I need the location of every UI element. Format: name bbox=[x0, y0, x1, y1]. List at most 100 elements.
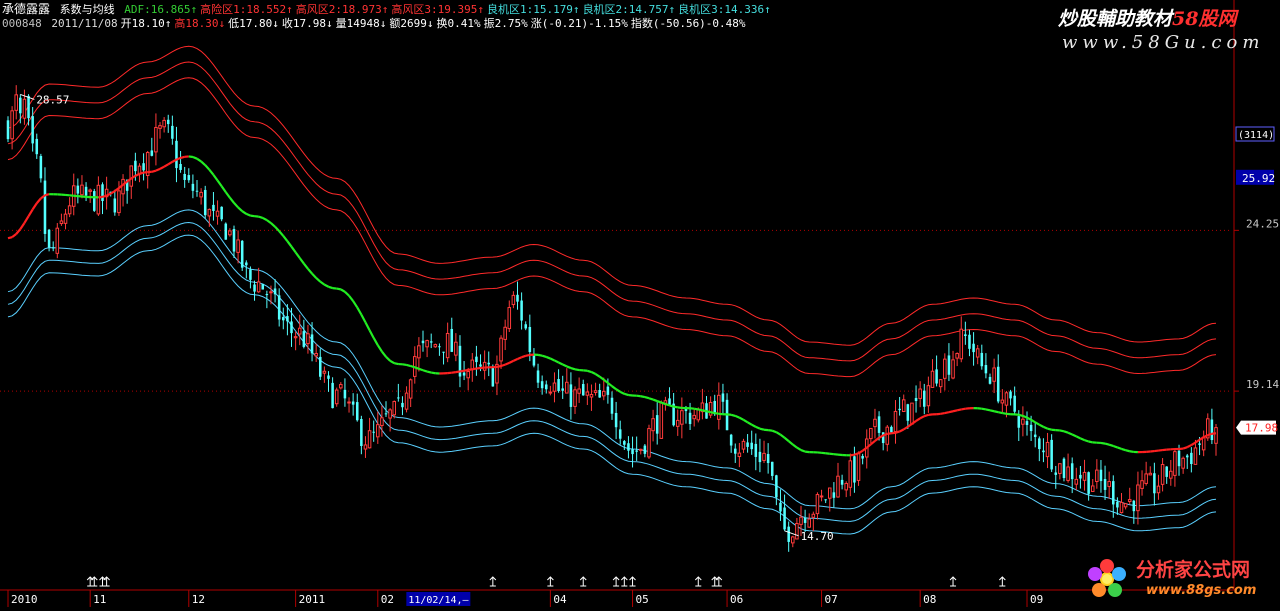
moving-average-segment bbox=[875, 438, 879, 441]
candle-down bbox=[833, 492, 836, 498]
candle-down bbox=[442, 352, 445, 353]
moving-average-segment bbox=[12, 234, 16, 237]
candle-up bbox=[874, 419, 877, 426]
cursor-price-label: 25.92 bbox=[1242, 172, 1275, 185]
candle-down bbox=[524, 324, 527, 328]
moving-average-segment bbox=[33, 203, 37, 209]
candle-down bbox=[101, 184, 104, 201]
high-risk-band-2 bbox=[8, 62, 1216, 361]
x-tick-label-3: 2011 bbox=[299, 593, 326, 606]
moving-average-segment bbox=[427, 372, 431, 373]
moving-average-segment bbox=[152, 171, 156, 172]
candle-up bbox=[738, 453, 741, 456]
moving-average-segment bbox=[904, 427, 908, 430]
candle-down bbox=[611, 398, 614, 414]
candle-up bbox=[1174, 452, 1177, 476]
candle-up bbox=[409, 380, 412, 398]
moving-average-segment bbox=[476, 368, 480, 369]
moving-average-segment bbox=[772, 431, 776, 433]
x-tick-label-5: 04 bbox=[553, 593, 567, 606]
candle-down bbox=[656, 415, 659, 434]
moving-average-segment bbox=[789, 441, 793, 444]
candle-up bbox=[1022, 419, 1025, 424]
moving-average-segment bbox=[497, 366, 501, 367]
candlestick-chart-svg[interactable]: 24.2519.1428.5714.70(3114)25.9217.982010… bbox=[0, 0, 1280, 607]
moving-average-segment bbox=[460, 371, 464, 372]
candle-up bbox=[1194, 448, 1197, 464]
candle-up bbox=[500, 338, 503, 361]
moving-average-segment bbox=[871, 441, 875, 444]
moving-average-segment bbox=[711, 412, 715, 413]
candle-down bbox=[635, 450, 638, 451]
moving-average-segment bbox=[649, 398, 653, 399]
moving-average-segment bbox=[37, 198, 41, 203]
moving-average-segment bbox=[756, 427, 760, 429]
candle-down bbox=[1018, 416, 1021, 428]
candle-down bbox=[570, 384, 573, 407]
indicator-value-5: 良机区2:14.757↑ bbox=[583, 3, 676, 16]
moving-average-segment bbox=[267, 220, 271, 223]
candle-up bbox=[845, 483, 848, 489]
moving-average-segment bbox=[218, 180, 222, 186]
indicator-header-line1: 承德露露 系数与均线 ADF:16.865↑高险区1:18.552↑高风区2:1… bbox=[2, 2, 777, 17]
candle-up bbox=[405, 393, 408, 409]
candle-down bbox=[787, 527, 790, 542]
moving-average-segment bbox=[452, 372, 456, 373]
cursor-date-label: 11/02/14,— bbox=[408, 595, 469, 606]
moving-average-segment bbox=[1076, 436, 1080, 438]
candle-down bbox=[1112, 481, 1115, 504]
event-marker-icon bbox=[999, 577, 1005, 586]
quote-header-line2: 000848 2011/11/08开18.10↑高18.30↓低17.80↓收1… bbox=[2, 17, 752, 31]
x-tick-label-4: 02 bbox=[381, 593, 394, 606]
candle-up bbox=[307, 334, 310, 344]
moving-average-segment bbox=[657, 401, 661, 403]
moving-average-segment bbox=[1019, 415, 1023, 416]
moving-average-segment bbox=[456, 371, 460, 372]
candle-down bbox=[1100, 470, 1103, 481]
candle-up bbox=[1128, 500, 1131, 502]
indicator-value-3: 高风区3:19.395↑ bbox=[391, 3, 484, 16]
candle-down bbox=[303, 331, 306, 347]
candle-down bbox=[35, 139, 38, 154]
moving-average-segment bbox=[563, 365, 567, 367]
candle-up bbox=[1161, 465, 1164, 485]
moving-average-segment bbox=[135, 174, 139, 176]
candle-down bbox=[188, 175, 191, 180]
moving-average-segment bbox=[1113, 446, 1117, 447]
candle-up bbox=[237, 240, 240, 252]
candle-up bbox=[652, 419, 655, 431]
candle-down bbox=[266, 294, 269, 295]
candle-up bbox=[118, 191, 121, 213]
candle-up bbox=[911, 403, 914, 424]
candle-up bbox=[931, 371, 934, 387]
candle-up bbox=[574, 390, 577, 407]
candle-down bbox=[372, 432, 375, 433]
candle-down bbox=[890, 427, 893, 432]
candle-up bbox=[335, 390, 338, 404]
moving-average-segment bbox=[661, 403, 665, 404]
candle-up bbox=[1091, 486, 1094, 492]
candle-down bbox=[1013, 396, 1016, 412]
quote-value-1: 开18.10↑ bbox=[121, 17, 172, 30]
stock-chart[interactable]: 24.2519.1428.5714.70(3114)25.9217.982010… bbox=[0, 0, 1280, 607]
moving-average-segment bbox=[300, 258, 304, 264]
candle-down bbox=[93, 191, 96, 211]
candle-up bbox=[927, 386, 930, 406]
candle-down bbox=[261, 284, 264, 290]
candle-down bbox=[192, 184, 195, 191]
moving-average-segment bbox=[156, 169, 160, 171]
candle-down bbox=[615, 413, 618, 427]
moving-average-segment bbox=[464, 370, 468, 371]
candle-up bbox=[340, 385, 343, 388]
event-marker-icon bbox=[613, 577, 619, 586]
candle-up bbox=[155, 127, 158, 151]
event-marker-icon bbox=[621, 577, 627, 586]
candle-up bbox=[812, 514, 815, 517]
candle-down bbox=[331, 383, 334, 408]
candle-down bbox=[401, 403, 404, 407]
candle-down bbox=[1133, 501, 1136, 511]
candle-up bbox=[434, 345, 437, 347]
candle-down bbox=[253, 285, 256, 292]
flower-logo-icon bbox=[1084, 557, 1130, 601]
candle-down bbox=[689, 413, 692, 424]
